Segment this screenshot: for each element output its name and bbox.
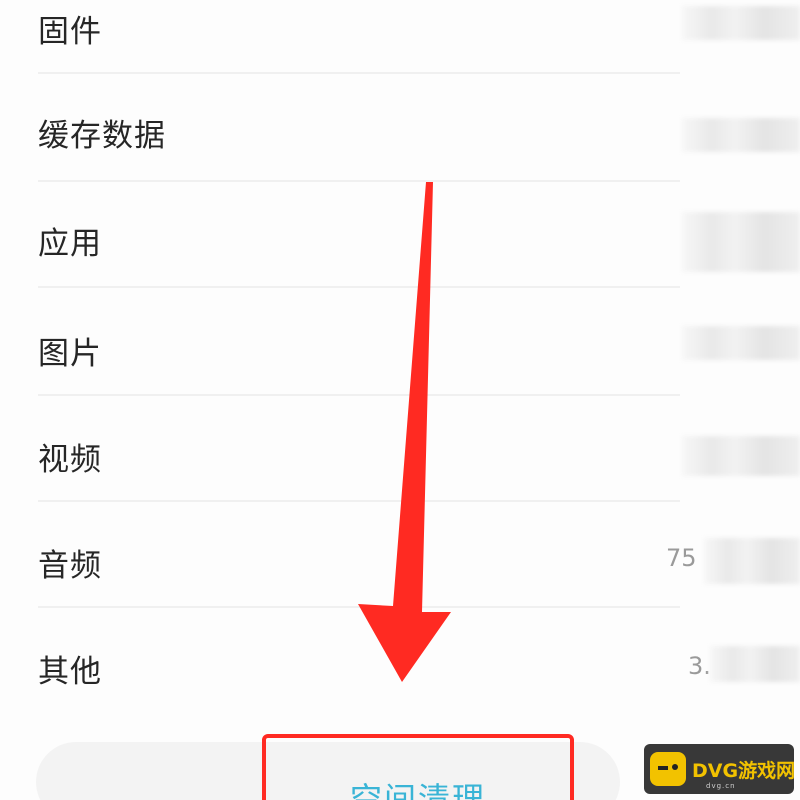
gamepad-icon: [650, 752, 686, 786]
watermark-sub: dvg.cn: [706, 782, 736, 790]
watermark-logo: DVG游戏网 dvg.cn: [644, 744, 796, 794]
watermark-brand: DVG游戏网: [692, 760, 796, 782]
storage-screen: 固件 缓存数据 应用 图片 视频 音频 75 其他 3. 空间清理 DVG游戏网…: [0, 0, 800, 800]
red-arrow-annotation: [358, 182, 451, 682]
